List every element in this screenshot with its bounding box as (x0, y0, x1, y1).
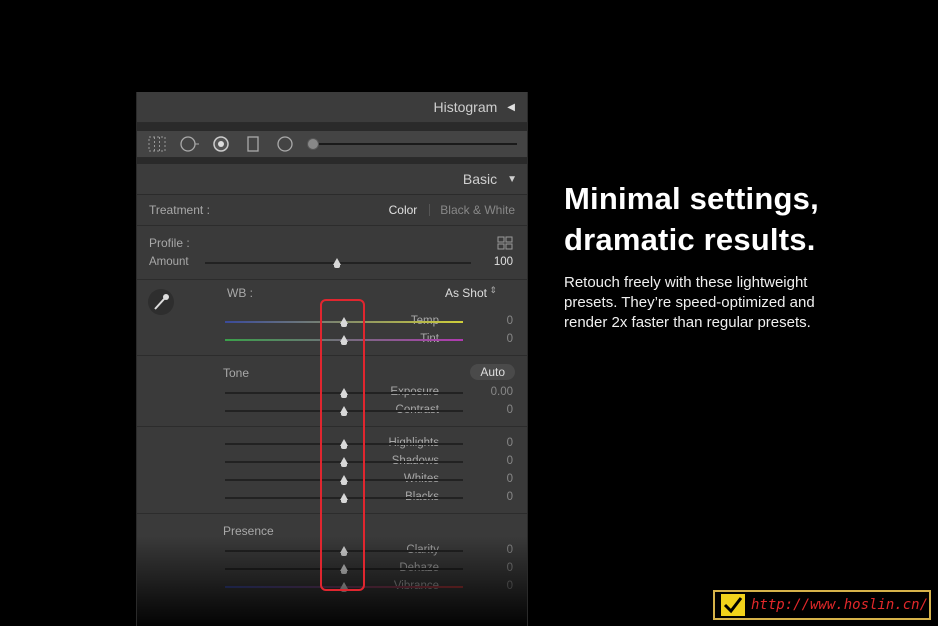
tint-value[interactable]: 0 (463, 333, 513, 345)
shadows-value[interactable]: 0 (463, 455, 513, 467)
treatment-row: Treatment : Color Black & White (137, 195, 527, 226)
dehaze-value[interactable]: 0 (463, 562, 513, 574)
watermark-url: http://www.hoslin.cn/ (751, 597, 929, 613)
amount-row: Amount 100 (137, 254, 527, 272)
spot-removal-icon[interactable] (179, 135, 199, 153)
clarity-value[interactable]: 0 (463, 544, 513, 556)
amount-label: Amount (149, 256, 189, 268)
highlight-box (320, 299, 365, 591)
graduated-filter-icon[interactable] (243, 135, 263, 153)
crop-grid-icon[interactable] (147, 135, 167, 153)
headline-line-1: Minimal settings, (564, 181, 819, 216)
histogram-title: Histogram (433, 99, 498, 115)
collapse-down-icon[interactable]: ▼ (507, 174, 517, 185)
treatment-bw-option[interactable]: Black & White (440, 203, 515, 217)
basic-header[interactable]: Basic ▼ (137, 158, 527, 195)
amount-value[interactable]: 100 (463, 256, 513, 268)
basic-title: Basic (462, 171, 498, 187)
brush-size-slider[interactable] (307, 135, 517, 153)
body-copy: Retouch freely with these lightweight pr… (564, 274, 815, 331)
collapse-left-icon[interactable]: ◀ (507, 102, 515, 113)
treatment-color-option[interactable]: Color (389, 203, 418, 217)
slider-knob[interactable] (307, 138, 319, 150)
profile-label: Profile : (149, 236, 190, 250)
divider (137, 123, 527, 131)
whites-value[interactable]: 0 (463, 473, 513, 485)
dropdown-icon[interactable]: ⇕ (489, 285, 497, 296)
slider-track (319, 143, 517, 145)
profile-section: Profile : Amount 100 (137, 226, 527, 280)
red-eye-icon[interactable] (211, 135, 231, 153)
auto-button[interactable]: Auto (470, 364, 515, 380)
watermark: http://www.hoslin.cn/ (713, 590, 931, 620)
contrast-value[interactable]: 0 (463, 404, 513, 416)
radial-filter-icon[interactable] (275, 135, 295, 153)
tone-title: Tone (223, 366, 250, 380)
profile-browser-icon[interactable] (497, 236, 513, 255)
treatment-label: Treatment : (149, 203, 210, 217)
highlights-value[interactable]: 0 (463, 437, 513, 449)
tool-strip (137, 131, 527, 158)
histogram-header[interactable]: Histogram ◀ (137, 92, 527, 123)
checkmark-icon (721, 594, 745, 616)
headline-line-2: dramatic results. (564, 222, 816, 257)
wb-label: WB : (227, 286, 253, 300)
presence-title: Presence (223, 524, 274, 538)
blacks-value[interactable]: 0 (463, 491, 513, 503)
wb-value[interactable]: As Shot (445, 286, 487, 300)
amount-thumb[interactable] (333, 258, 341, 268)
headline: Minimal settings, dramatic results. (564, 178, 904, 260)
exposure-value[interactable]: 0.00 (463, 386, 513, 398)
vibrance-value[interactable]: 0 (463, 580, 513, 592)
temp-value[interactable]: 0 (463, 315, 513, 327)
divider (429, 204, 431, 216)
